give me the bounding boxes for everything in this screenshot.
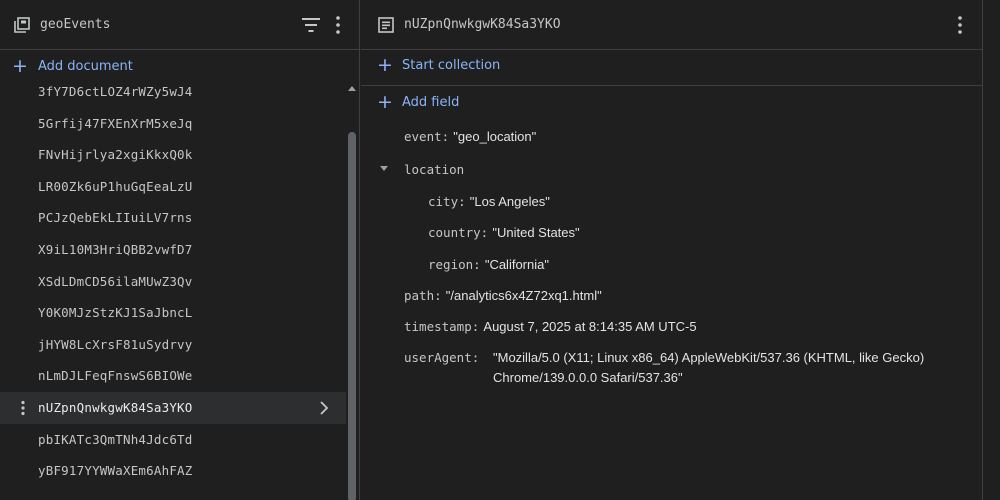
field-key: city: [428, 194, 466, 209]
document-id: jHYW8LcXrsF81uSydrvy [38, 336, 193, 352]
document-id: yBF917YYWWaXEm6AhFAZ [38, 463, 193, 479]
scrollbar[interactable] [346, 86, 358, 500]
plus-icon: + [12, 55, 28, 77]
collection-icon [14, 17, 30, 33]
document-menu-icon[interactable] [952, 15, 968, 35]
collection-header: geoEvents [0, 0, 359, 50]
document-panel: nUZpnQnwkgwK84Sa3YKO + Start collection … [361, 0, 983, 500]
field-key: event: [404, 129, 450, 144]
document-id: 3fY7D6ctLOZ4rWZy5wJ4 [38, 84, 193, 99]
document-list-item[interactable]: 3fY7D6ctLOZ4rWZy5wJ4 [0, 78, 346, 108]
field-value: Chrome/139.0.0.0 Safari/537.36" [493, 370, 683, 385]
collection-panel: geoEvents + Add document 3fY7D6ctLOZ4rWZ… [0, 0, 360, 500]
useragent-value-line-2: Chrome/139.0.0.0 Safari/537.36" [493, 370, 683, 386]
add-document-label: Add document [38, 59, 133, 74]
start-collection-button[interactable]: + Start collection [361, 50, 982, 86]
field-event[interactable]: event: "geo_location" [404, 129, 536, 145]
document-id: FNvHijrlya2xgiKkxQ0k [38, 147, 193, 163]
document-id: nLmDJLFeqFnswS6BIOWe [38, 368, 193, 384]
document-list-item[interactable]: FNvHijrlya2xgiKkxQ0k [0, 139, 346, 171]
field-value: "Los Angeles" [469, 194, 550, 209]
document-id: 5Grfij47FXEnXrM5xeJq [38, 115, 193, 131]
field-useragent[interactable]: userAgent: [404, 350, 479, 366]
field-value: "geo_location" [453, 129, 537, 144]
field-value: "/analytics6x4Z72xq1.html" [445, 288, 602, 303]
document-list-item[interactable]: Y0K0MJzStzKJ1SaJbncL [0, 297, 346, 329]
filter-icon[interactable] [302, 18, 320, 32]
document-id: LR00Zk6uP1huGqEeaLzU [38, 178, 193, 194]
scroll-thumb[interactable] [348, 132, 356, 500]
field-region[interactable]: region: "California" [428, 257, 549, 273]
document-list-item[interactable]: 5Grfij47FXEnXrM5xeJq [0, 108, 346, 140]
document-icon [378, 17, 394, 33]
document-list-item[interactable]: XSdLDmCD56ilaMUwZ3Qv [0, 266, 346, 298]
field-key: userAgent: [404, 350, 480, 365]
scroll-up-arrow-icon[interactable] [348, 86, 356, 91]
field-value: "United States" [492, 225, 580, 240]
document-id: PCJzQebEkLIIuiLV7rns [38, 210, 193, 226]
field-value: "Mozilla/5.0 (X11; Linux x86_64) AppleWe… [493, 350, 925, 365]
document-item-menu-icon[interactable] [16, 400, 30, 416]
useragent-value-line-1: "Mozilla/5.0 (X11; Linux x86_64) AppleWe… [493, 350, 924, 366]
field-key: location [404, 162, 465, 177]
document-title: nUZpnQnwkgwK84Sa3YKO [404, 17, 561, 32]
document-id: pbIKATc3QmTNh4Jdc6Td [38, 431, 193, 447]
plus-icon: + [377, 91, 393, 113]
document-list-item[interactable]: yBF917YYWWaXEm6AhFAZ [0, 455, 346, 487]
document-id: Y0K0MJzStzKJ1SaJbncL [38, 305, 193, 321]
add-field-button[interactable]: + Add field [361, 87, 982, 123]
right-edge-strip [983, 0, 1000, 500]
field-path[interactable]: path: "/analytics6x4Z72xq1.html" [404, 288, 602, 304]
field-value: August 7, 2025 at 8:14:35 AM UTC-5 [483, 319, 697, 334]
add-field-label: Add field [402, 95, 460, 110]
field-key: country: [428, 225, 489, 240]
document-list-item[interactable]: PCJzQebEkLIIuiLV7rns [0, 202, 346, 234]
chevron-right-icon[interactable] [318, 401, 330, 415]
document-header: nUZpnQnwkgwK84Sa3YKO [361, 0, 982, 50]
document-id: XSdLDmCD56ilaMUwZ3Qv [38, 273, 193, 289]
document-id: nUZpnQnwkgwK84Sa3YKO [38, 400, 193, 415]
document-id: X9iL10M3HriQBB2vwfD7 [38, 242, 193, 257]
document-list-item[interactable]: X9iL10M3HriQBB2vwfD7 [0, 234, 346, 266]
field-country[interactable]: country: "United States" [428, 225, 580, 241]
field-key: path: [404, 288, 442, 303]
document-list: 3fY7D6ctLOZ4rWZy5wJ4 5Grfij47FXEnXrM5xeJq… [0, 78, 346, 500]
collection-menu-icon[interactable] [330, 15, 346, 35]
plus-icon: + [377, 54, 393, 76]
document-list-item[interactable]: jHYW8LcXrsF81uSydrvy [0, 329, 346, 361]
field-location[interactable]: location [404, 162, 464, 178]
field-timestamp[interactable]: timestamp: August 7, 2025 at 8:14:35 AM … [404, 319, 697, 335]
field-key: timestamp: [404, 319, 480, 334]
document-list-item[interactable]: pbIKATc3QmTNh4Jdc6Td [0, 424, 346, 456]
collapse-caret-icon[interactable] [380, 166, 388, 171]
field-city[interactable]: city: "Los Angeles" [428, 194, 550, 210]
document-list-item[interactable]: nLmDJLFeqFnswS6BIOWe [0, 360, 346, 392]
start-collection-label: Start collection [402, 58, 501, 73]
collection-title: geoEvents [40, 17, 111, 32]
field-key: region: [428, 257, 481, 272]
document-list-item[interactable]: LR00Zk6uP1huGqEeaLzU [0, 171, 346, 203]
field-value: "California" [484, 257, 549, 272]
document-list-item-selected[interactable]: nUZpnQnwkgwK84Sa3YKO [0, 392, 346, 424]
